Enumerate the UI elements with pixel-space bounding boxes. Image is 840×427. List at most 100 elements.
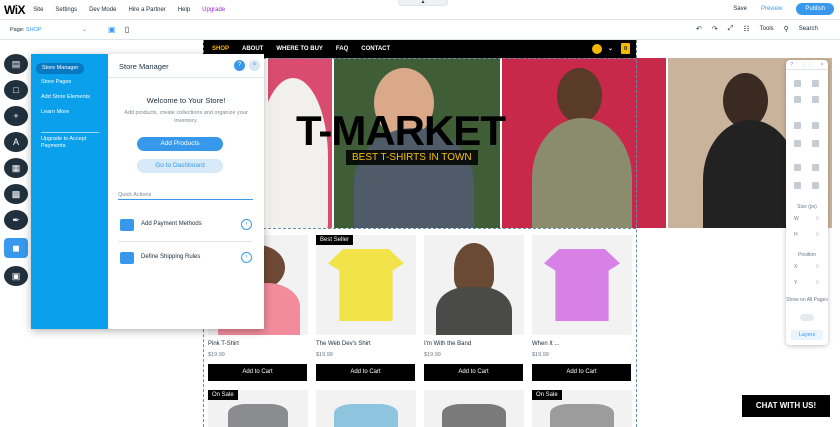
product-name[interactable]: Pink T-Shirt (208, 341, 239, 347)
nav-store-manager[interactable]: Store Manager (36, 63, 85, 74)
distribute-icon[interactable] (812, 164, 819, 171)
pages-icon[interactable]: ▤ (4, 54, 28, 74)
design-icon[interactable]: A (4, 132, 28, 152)
show-on-all-pages-toggle[interactable] (800, 314, 814, 321)
tools-icon[interactable]: ☷ (743, 25, 749, 33)
chevron-up-icon[interactable]: ▲ (398, 0, 448, 6)
hero-title[interactable]: T-MARKET (296, 107, 506, 155)
menu-settings[interactable]: Settings (55, 7, 77, 13)
quick-actions-title: Quick Actions (118, 192, 152, 198)
product-image[interactable] (424, 235, 524, 335)
nav-learn-more[interactable]: Learn More (41, 109, 69, 116)
close-icon[interactable]: × (821, 62, 824, 68)
desktop-icon[interactable]: ▣ (108, 25, 116, 34)
product-name[interactable]: I'm With the Band (424, 341, 471, 347)
close-icon[interactable]: × (249, 60, 260, 71)
add-to-cart-button[interactable]: Add to Cart (424, 364, 523, 381)
help-icon[interactable]: ? (790, 62, 793, 68)
store-icon[interactable]: ◼ (4, 238, 28, 258)
chevron-right-icon[interactable]: › (241, 252, 252, 263)
product-name[interactable]: The Web Dev's Shirt (316, 341, 371, 347)
product-image[interactable] (316, 235, 416, 335)
media-icon[interactable]: ▩ (4, 184, 28, 204)
undo-icon[interactable]: ↶ (696, 25, 702, 33)
account-avatar-icon[interactable] (591, 43, 602, 54)
menu-hire-a-partner[interactable]: Hire a Partner (128, 7, 165, 13)
nav-where-to-buy[interactable]: WHERE TO BUY (276, 46, 323, 52)
menu-site[interactable]: Site (33, 7, 43, 13)
menu-help[interactable]: Help (178, 7, 190, 13)
mobile-icon[interactable]: ▯ (125, 25, 129, 34)
nav-shop[interactable]: SHOP (212, 46, 229, 52)
menu-dev-mode[interactable]: Dev Mode (89, 7, 116, 13)
product-name[interactable]: When It ... (532, 341, 559, 347)
chevron-down-icon[interactable]: ⌄ (608, 45, 613, 52)
add-products-button[interactable]: Add Products (137, 137, 223, 151)
page-selector[interactable]: Page: SHOP (10, 27, 42, 33)
add-payment-methods-row[interactable]: Add Payment Methods › (108, 209, 264, 241)
product-card[interactable] (316, 390, 416, 427)
tools-button[interactable]: Tools (760, 26, 774, 33)
editor-toolbar: Page: SHOP ⌄ ▣ ▯ ↶ ↷ ⤢ ☷ Tools ⚲ Search (0, 20, 840, 40)
nav-faq[interactable]: FAQ (336, 46, 348, 52)
arrange-icon[interactable] (812, 122, 819, 129)
zoom-out-icon[interactable]: ⤢ (728, 25, 734, 33)
nav-add-store-elements[interactable]: Add Store Elements (41, 94, 90, 101)
product-image[interactable] (532, 235, 632, 335)
blog-icon[interactable]: ✒ (4, 210, 28, 230)
chevron-right-icon[interactable]: › (241, 219, 252, 230)
save-button[interactable]: Save (733, 6, 747, 12)
cart-icon[interactable]: 0 (621, 43, 630, 54)
chevron-down-icon[interactable]: ⌄ (82, 26, 87, 33)
width-field[interactable]: 0 (816, 216, 819, 222)
add-to-cart-button[interactable]: Add to Cart (316, 364, 415, 381)
add-to-cart-button[interactable]: Add to Cart (208, 364, 307, 381)
height-label: H (794, 232, 798, 238)
nav-divider (41, 132, 99, 133)
match-size-icon[interactable] (794, 182, 801, 189)
align-icon[interactable] (812, 80, 819, 87)
hero-subtitle[interactable]: BEST T-SHIRTS IN TOWN (346, 150, 478, 165)
match-size-icon[interactable] (812, 182, 819, 189)
arrange-icon[interactable] (794, 122, 801, 129)
align-icon[interactable] (812, 140, 819, 147)
add-to-cart-button[interactable]: Add to Cart (532, 364, 631, 381)
search-button[interactable]: Search (799, 26, 818, 33)
add-payment-methods-label[interactable]: Add Payment Methods (141, 221, 202, 227)
gridline-bottom (203, 228, 636, 229)
drag-handle-icon[interactable]: ⋮⋮ (802, 62, 812, 68)
redo-icon[interactable]: ↷ (712, 25, 718, 33)
my-business-icon[interactable]: ▣ (4, 266, 28, 286)
wix-logo[interactable]: WiX (4, 3, 26, 17)
nav-store-pages[interactable]: Store Pages (41, 79, 71, 86)
align-icon[interactable] (794, 80, 801, 87)
height-field[interactable]: 0 (816, 232, 819, 238)
payment-icon (120, 219, 134, 231)
align-icon[interactable] (794, 140, 801, 147)
y-field[interactable]: 0 (816, 280, 819, 286)
go-to-dashboard-button[interactable]: Go to Dashboard (137, 159, 223, 173)
background-icon[interactable]: □ (4, 80, 28, 100)
publish-button[interactable]: Publish (796, 3, 834, 15)
product-price: $19.99 (424, 352, 441, 358)
x-field[interactable]: 0 (816, 264, 819, 270)
chat-with-us-button[interactable]: CHAT WITH US! (742, 395, 830, 417)
nav-upgrade-payments[interactable]: Upgrade to Accept Payments (41, 136, 101, 150)
layers-button[interactable]: Layers (791, 330, 823, 340)
menu-upgrade[interactable]: Upgrade (202, 7, 225, 13)
quick-actions-divider (118, 199, 253, 200)
define-shipping-rules-row[interactable]: Define Shipping Rules › (108, 242, 264, 274)
define-shipping-rules-label[interactable]: Define Shipping Rules (141, 254, 200, 260)
show-on-all-pages-label: Show on All Pages (786, 297, 828, 303)
distribute-icon[interactable] (794, 164, 801, 171)
app-market-icon[interactable]: ▦ (4, 158, 28, 178)
search-icon[interactable]: ⚲ (784, 25, 789, 33)
product-card[interactable] (424, 390, 524, 427)
add-icon[interactable]: + (4, 106, 28, 126)
delete-icon[interactable] (812, 96, 819, 103)
preview-button[interactable]: Preview (761, 6, 782, 12)
copy-icon[interactable] (794, 96, 801, 103)
nav-about[interactable]: ABOUT (242, 46, 263, 52)
nav-contact[interactable]: CONTACT (361, 46, 390, 52)
help-icon[interactable]: ? (234, 60, 245, 71)
